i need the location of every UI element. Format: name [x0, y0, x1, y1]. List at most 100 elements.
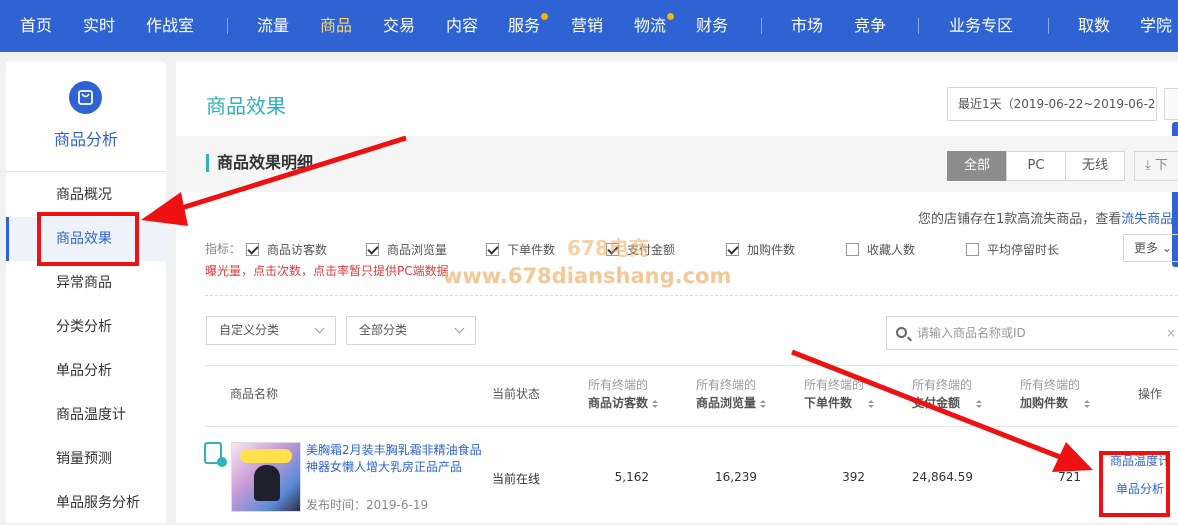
notification-dot — [541, 13, 549, 20]
cell-visitors: 5,162 — [614, 470, 649, 484]
cell-cart-items: 721 — [1058, 470, 1081, 484]
nav-home[interactable]: 首页 — [20, 0, 52, 52]
col-label: 支付金额 — [912, 396, 961, 410]
annotation-box — [1099, 451, 1170, 517]
col-prefix: 所有终端的 — [1020, 378, 1081, 392]
segment-pc[interactable]: PC — [1006, 151, 1066, 181]
indicator-cart-items[interactable]: 加购件数 — [726, 241, 795, 258]
col-prefix: 所有终端的 — [804, 378, 865, 392]
col-order-items[interactable]: 所有终端的 下单件数 — [804, 376, 875, 412]
checkbox[interactable] — [966, 243, 979, 256]
page-title: 商品效果 — [206, 94, 286, 118]
nav-market[interactable]: 市场 — [791, 0, 823, 52]
clear-icon[interactable]: × — [1166, 317, 1176, 349]
col-cart-items[interactable]: 所有终端的 加购件数 — [1020, 376, 1091, 412]
lost-goods-link[interactable]: 流失商品》 — [1121, 212, 1178, 227]
shopping-bag-icon — [69, 81, 102, 114]
nav-war-room[interactable]: 作战室 — [146, 0, 194, 52]
search-input[interactable]: 请输入商品名称或ID × — [886, 316, 1178, 350]
nav-divider — [227, 18, 228, 34]
checkbox[interactable] — [846, 243, 859, 256]
col-pageviews[interactable]: 所有终端的 商品浏览量 — [696, 376, 767, 412]
select-value: 自定义分类 — [219, 323, 280, 337]
nav-academy[interactable]: 学院 — [1140, 0, 1172, 52]
nav-marketing[interactable]: 营销 — [571, 0, 603, 52]
indicator-order-items[interactable]: 下单件数 — [486, 241, 555, 258]
nav-finance[interactable]: 财务 — [696, 0, 728, 52]
nav-content[interactable]: 内容 — [446, 0, 478, 52]
sidebar-item-service[interactable]: 单品服务分析 — [6, 481, 166, 525]
annotation-box — [37, 212, 139, 266]
checkbox[interactable] — [726, 243, 739, 256]
download-button[interactable]: ⤓ 下 — [1134, 151, 1178, 181]
nav-traffic[interactable]: 流量 — [257, 0, 289, 52]
cell-pageviews: 16,239 — [715, 470, 757, 484]
checkbox[interactable] — [486, 243, 499, 256]
thumbnail-tag — [240, 449, 292, 463]
col-label: 加购件数 — [1020, 396, 1069, 410]
sidebar-item-forecast[interactable]: 销量预测 — [6, 437, 166, 481]
nav-realtime[interactable]: 实时 — [83, 0, 115, 52]
divider — [205, 295, 1178, 296]
col-label: 商品访客数 — [588, 396, 649, 410]
download-icon: ⤓ — [1145, 158, 1155, 173]
cell-status: 当前在线 — [492, 472, 541, 486]
more-label: 更多 — [1134, 241, 1159, 255]
sidebar-item-overview[interactable]: 商品概况 — [6, 173, 166, 217]
col-product-name: 商品名称 — [230, 387, 279, 401]
nav-service[interactable]: 服务 — [508, 0, 549, 52]
sort-icon — [1084, 400, 1091, 410]
sort-icon — [868, 400, 875, 410]
indicator-favorites[interactable]: 收藏人数 — [846, 241, 915, 258]
checkbox-label: 收藏人数 — [867, 243, 916, 257]
segment-all[interactable]: 全部 — [947, 151, 1007, 181]
watermark-logo: 678电商 — [567, 236, 649, 260]
more-indicators-dropdown[interactable]: 更多 ⌄ — [1123, 234, 1178, 262]
sidebar-item-thermometer[interactable]: 商品温度计 — [6, 393, 166, 437]
col-payment[interactable]: 所有终端的 支付金额 — [912, 376, 983, 412]
nav-logistics[interactable]: 物流 — [634, 0, 675, 52]
date-range-picker[interactable]: 最近1天（2019-06-22~2019-06-22） — [947, 87, 1157, 121]
sidebar-item-abnormal[interactable]: 异常商品 — [6, 261, 166, 305]
checkbox[interactable] — [366, 243, 379, 256]
checkbox-label: 下单件数 — [507, 243, 556, 257]
col-prefix: 所有终端的 — [588, 378, 649, 392]
table-row-divider — [205, 426, 1178, 427]
loss-notice: 您的店铺存在1款高流失商品，查看流失商品》 — [918, 208, 1178, 227]
indicator-avg-stay[interactable]: 平均停留时长 — [966, 241, 1059, 258]
indicator-pageviews[interactable]: 商品浏览量 — [366, 241, 447, 258]
nav-divider — [918, 18, 919, 34]
col-ops: 操作 — [1138, 387, 1163, 401]
col-prefix: 所有终端的 — [912, 378, 973, 392]
search-icon — [896, 327, 907, 338]
indicators-note: 曝光量，点击次数，点击率暂只提供PC端数据 — [205, 264, 449, 278]
segment-wireless[interactable]: 无线 — [1065, 151, 1125, 181]
nav-trade[interactable]: 交易 — [383, 0, 415, 52]
nav-goods[interactable]: 商品 — [320, 0, 352, 52]
cell-payment: 24,864.59 — [911, 470, 973, 484]
nav-business-zone[interactable]: 业务专区 — [949, 0, 1013, 52]
indicators-label: 指标： — [205, 242, 242, 256]
table-header-top-border — [205, 365, 1178, 366]
calendar-icon[interactable] — [1164, 88, 1178, 120]
col-status: 当前状态 — [492, 387, 541, 401]
checkbox-label: 平均停留时长 — [987, 243, 1060, 257]
product-thumbnail[interactable] — [231, 442, 301, 512]
all-category-select[interactable]: 全部分类 — [346, 316, 476, 345]
nav-service-label: 服务 — [508, 16, 541, 35]
nav-competition[interactable]: 竞争 — [854, 0, 886, 52]
col-visitors[interactable]: 所有终端的商品访客数 — [588, 376, 659, 412]
sidebar-item-category[interactable]: 分类分析 — [6, 305, 166, 349]
custom-category-select[interactable]: 自定义分类 — [206, 316, 336, 345]
notification-dot — [667, 13, 675, 20]
top-nav: 首页 实时 作战室 流量 商品 交易 内容 服务 营销 物流 财务 市场 竞争 … — [0, 0, 1178, 52]
indicator-visitors[interactable]: 商品访客数 — [246, 241, 327, 258]
checkbox-label: 加购件数 — [747, 243, 796, 257]
sidebar-item-single[interactable]: 单品分析 — [6, 349, 166, 393]
checkbox[interactable] — [246, 243, 259, 256]
notice-text: 您的店铺存在1款高流失商品，查看 — [918, 212, 1122, 227]
nav-data-fetch[interactable]: 取数 — [1078, 0, 1110, 52]
chevron-down-icon — [454, 323, 465, 334]
chevron-down-icon: ⌄ — [1161, 241, 1172, 255]
product-name-link[interactable]: 美胸霜2月装丰胸乳霜非精油食品神器女懒人增大乳房正品产品 — [306, 442, 486, 476]
